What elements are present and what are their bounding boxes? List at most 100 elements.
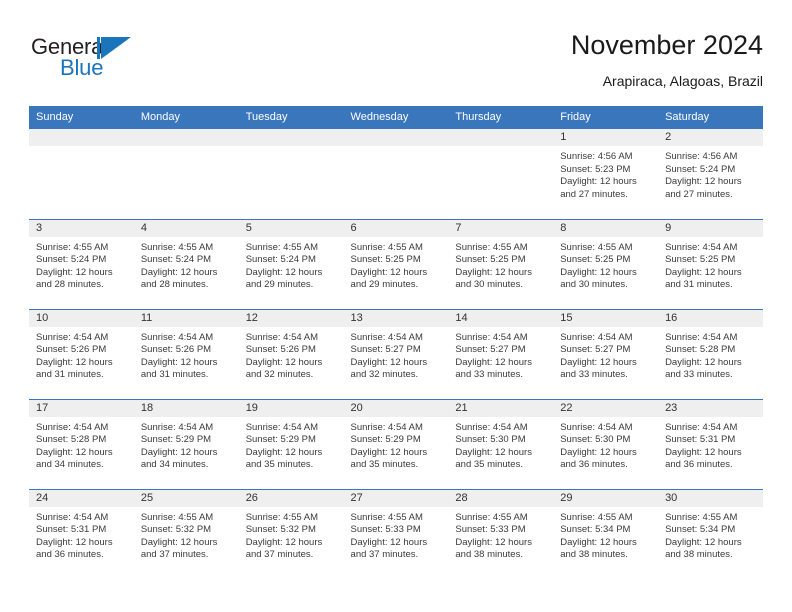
calendar-day-cell[interactable]: 5 Sunrise: 4:55 AM Sunset: 5:24 PM Daylight… — [238, 218, 344, 309]
sunrise-text: Sunrise: 4:54 AM — [140, 421, 214, 433]
day-number: 5 — [238, 219, 344, 237]
calendar-day-cell[interactable]: 18 Sunrise: 4:54 AM Sunset: 5:29 PM Dayligh… — [133, 398, 239, 489]
calendar-day-cell[interactable]: 11 Sunrise: 4:54 AM Sunset: 5:26 PM Dayligh… — [133, 308, 239, 399]
daylight-text: Daylight: 12 hours and 28 minutes. — [36, 266, 113, 291]
calendar-day-cell[interactable]: 25 Sunrise: 4:55 AM Sunset: 5:32 PM Dayligh… — [133, 488, 239, 579]
calendar-day-cell[interactable]: 27 Sunrise: 4:55 AM Sunset: 5:33 PM Dayligh… — [343, 488, 449, 579]
day-number: 10 — [29, 309, 134, 327]
day-sun-info: Sunrise: 4:55 AM Sunset: 5:33 PM Daylight:… — [344, 507, 449, 562]
calendar-day-cell[interactable]: 10 Sunrise: 4:54 AM Sunset: 5:26 PM Dayligh… — [29, 308, 134, 399]
calendar-day-cell[interactable]: 15 Sunrise: 4:54 AM Sunset: 5:27 PM Dayligh… — [553, 308, 659, 399]
sunset-text: Sunset: 5:28 PM — [36, 434, 107, 446]
page-title: November 2024 — [570, 30, 763, 60]
day-number: 30 — [658, 489, 763, 507]
sunset-text: Sunset: 5:26 PM — [36, 344, 107, 356]
weekday-header-wednesday: Wednesday — [343, 106, 449, 129]
sunset-text: Sunset: 5:25 PM — [350, 254, 421, 266]
sunrise-text: Sunrise: 4:54 AM — [665, 421, 738, 433]
calendar-day-cell[interactable]: 30 Sunrise: 4:55 AM Sunset: 5:34 PM Dayligh… — [658, 488, 763, 579]
day-number: 3 — [29, 219, 134, 237]
day-sun-info: Sunrise: 4:55 AM Sunset: 5:32 PM Daylight:… — [134, 507, 239, 562]
calendar-day-cell[interactable]: 13 Sunrise: 4:54 AM Sunset: 5:27 PM Dayligh… — [343, 308, 449, 399]
day-number: 9 — [658, 219, 763, 237]
sunset-text: Sunset: 5:26 PM — [245, 344, 316, 356]
daylight-text: Daylight: 12 hours and 32 minutes. — [245, 356, 323, 381]
daylight-text: Daylight: 12 hours and 34 minutes. — [140, 446, 218, 471]
day-sun-info: Sunrise: 4:54 AM Sunset: 5:30 PM Daylight:… — [448, 417, 553, 472]
sunrise-text: Sunrise: 4:55 AM — [455, 511, 528, 523]
day-sun-info: Sunrise: 4:56 AM Sunset: 5:24 PM Daylight:… — [658, 146, 763, 201]
daylight-text: Daylight: 12 hours and 35 minutes. — [245, 446, 323, 471]
calendar-day-cell[interactable]: 6 Sunrise: 4:55 AM Sunset: 5:25 PM Daylight… — [343, 218, 449, 309]
day-number: 21 — [448, 399, 554, 417]
day-number: 15 — [553, 309, 659, 327]
sunrise-text: Sunrise: 4:55 AM — [140, 241, 214, 253]
calendar-day-cell[interactable]: 21 Sunrise: 4:54 AM Sunset: 5:30 PM Dayligh… — [448, 398, 554, 489]
day-sun-info: Sunrise: 4:56 AM Sunset: 5:23 PM Daylight:… — [553, 146, 658, 201]
calendar-day-cell[interactable]: 2 Sunrise: 4:56 AM Sunset: 5:24 PM Daylight… — [658, 129, 763, 219]
sunrise-text: Sunrise: 4:55 AM — [350, 241, 423, 253]
calendar-day-cell[interactable]: 16 Sunrise: 4:54 AM Sunset: 5:28 PM Dayligh… — [658, 308, 763, 399]
sunset-text: Sunset: 5:24 PM — [665, 163, 736, 175]
calendar-day-cell[interactable]: 14 Sunrise: 4:54 AM Sunset: 5:27 PM Dayligh… — [448, 308, 554, 399]
sunset-text: Sunset: 5:32 PM — [140, 524, 212, 536]
sunset-text: Sunset: 5:29 PM — [245, 434, 316, 446]
daylight-text: Daylight: 12 hours and 32 minutes. — [350, 356, 428, 381]
daylight-text: Daylight: 12 hours and 34 minutes. — [36, 446, 113, 471]
day-number: 24 — [29, 489, 134, 507]
calendar-day-cell[interactable]: 22 Sunrise: 4:54 AM Sunset: 5:30 PM Dayligh… — [553, 398, 659, 489]
daylight-text: Daylight: 12 hours and 36 minutes. — [36, 536, 113, 561]
daylight-text: Daylight: 12 hours and 29 minutes. — [245, 266, 323, 291]
calendar-day-cell[interactable]: 28 Sunrise: 4:55 AM Sunset: 5:33 PM Dayligh… — [448, 488, 554, 579]
calendar-day-cell[interactable]: 7 Sunrise: 4:55 AM Sunset: 5:25 PM Daylight… — [448, 218, 554, 309]
sunrise-text: Sunrise: 4:54 AM — [36, 511, 109, 523]
day-number: 22 — [553, 399, 659, 417]
sunset-text: Sunset: 5:24 PM — [140, 254, 212, 266]
sunset-text: Sunset: 5:30 PM — [455, 434, 526, 446]
calendar-day-cell[interactable]: 12 Sunrise: 4:54 AM Sunset: 5:26 PM Dayligh… — [238, 308, 344, 399]
calendar-week-row: 3 Sunrise: 4:55 AM Sunset: 5:24 PM Daylight… — [29, 218, 763, 309]
sunrise-text: Sunrise: 4:54 AM — [455, 331, 528, 343]
day-sun-info: Sunrise: 4:54 AM Sunset: 5:26 PM Daylight:… — [134, 327, 239, 382]
sunset-text: Sunset: 5:29 PM — [140, 434, 212, 446]
calendar-day-cell[interactable]: 3 Sunrise: 4:55 AM Sunset: 5:24 PM Daylight… — [29, 218, 134, 309]
sunset-text: Sunset: 5:29 PM — [350, 434, 421, 446]
calendar-day-cell[interactable]: 20 Sunrise: 4:54 AM Sunset: 5:29 PM Dayligh… — [343, 398, 449, 489]
general-blue-logo[interactable]: General Blue — [31, 34, 161, 86]
calendar-day-cell[interactable]: 4 Sunrise: 4:55 AM Sunset: 5:24 PM Daylight… — [133, 218, 239, 309]
day-sun-info: Sunrise: 4:55 AM Sunset: 5:25 PM Daylight:… — [553, 237, 658, 292]
daylight-text: Daylight: 12 hours and 37 minutes. — [245, 536, 323, 561]
calendar-day-cell[interactable]: 19 Sunrise: 4:54 AM Sunset: 5:29 PM Dayligh… — [238, 398, 344, 489]
calendar-day-cell[interactable]: 23 Sunrise: 4:54 AM Sunset: 5:31 PM Dayligh… — [658, 398, 763, 489]
calendar-header-row-group: Sunday Monday Tuesday Wednesday Thursday… — [29, 106, 763, 129]
calendar-day-cell[interactable]: 17 Sunrise: 4:54 AM Sunset: 5:28 PM Dayligh… — [29, 398, 134, 489]
daylight-text: Daylight: 12 hours and 37 minutes. — [140, 536, 218, 561]
daylight-text: Daylight: 12 hours and 27 minutes. — [560, 176, 637, 200]
weekday-header-friday: Friday — [553, 106, 659, 129]
day-sun-info: Sunrise: 4:54 AM Sunset: 5:28 PM Daylight:… — [658, 327, 763, 382]
calendar-day-cell[interactable]: 1 Sunrise: 4:56 AM Sunset: 5:23 PM Daylight… — [553, 129, 659, 219]
title-block: November 2024 Arapiraca, Alagoas, Brazil — [571, 28, 763, 91]
day-number: 8 — [553, 219, 659, 237]
sunset-text: Sunset: 5:34 PM — [665, 524, 736, 536]
sunset-text: Sunset: 5:26 PM — [140, 344, 212, 356]
calendar-day-cell[interactable]: 26 Sunrise: 4:55 AM Sunset: 5:32 PM Dayligh… — [238, 488, 344, 579]
calendar-day-cell[interactable]: 9 Sunrise: 4:54 AM Sunset: 5:25 PM Daylight… — [658, 218, 763, 309]
day-sun-info: Sunrise: 4:55 AM Sunset: 5:34 PM Daylight:… — [553, 507, 658, 562]
day-number: 6 — [343, 219, 449, 237]
day-number: 14 — [448, 309, 554, 327]
sunrise-text: Sunrise: 4:54 AM — [140, 331, 214, 343]
calendar-day-cell[interactable]: 29 Sunrise: 4:55 AM Sunset: 5:34 PM Dayligh… — [553, 488, 659, 579]
calendar-day-cell[interactable]: 8 Sunrise: 4:55 AM Sunset: 5:25 PM Daylight… — [553, 218, 659, 309]
page-subtitle: Arapiraca, Alagoas, Brazil — [602, 73, 763, 89]
sunrise-text: Sunrise: 4:54 AM — [560, 421, 633, 433]
sunset-text: Sunset: 5:25 PM — [455, 254, 526, 266]
day-number — [133, 129, 239, 146]
sunrise-text: Sunrise: 4:54 AM — [665, 331, 738, 343]
day-sun-info: Sunrise: 4:55 AM Sunset: 5:24 PM Daylight:… — [239, 237, 344, 292]
calendar-day-cell[interactable]: 24 Sunrise: 4:54 AM Sunset: 5:31 PM Dayligh… — [29, 488, 134, 579]
day-sun-info: Sunrise: 4:55 AM Sunset: 5:24 PM Daylight:… — [29, 237, 134, 292]
calendar-body: 1 Sunrise: 4:56 AM Sunset: 5:23 PM Daylight… — [29, 129, 763, 579]
day-sun-info: Sunrise: 4:54 AM Sunset: 5:25 PM Daylight:… — [658, 237, 763, 292]
daylight-text: Daylight: 12 hours and 36 minutes. — [665, 446, 742, 471]
